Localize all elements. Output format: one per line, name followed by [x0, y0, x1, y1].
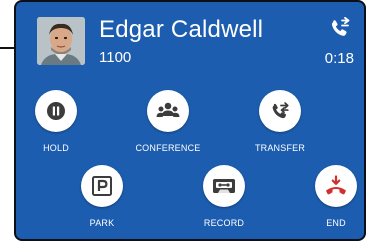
transfer-button[interactable] — [259, 90, 301, 132]
caller-name: Edgar Caldwell — [99, 16, 264, 43]
end-call-button[interactable] — [315, 165, 357, 207]
hold-button[interactable] — [35, 90, 77, 132]
conference-button[interactable] — [147, 90, 189, 132]
caller-extension: 1100 — [99, 49, 132, 66]
cassette-icon — [212, 177, 236, 195]
record-label: RECORD — [203, 218, 245, 228]
call-transfer-icon — [269, 100, 291, 122]
hangup-icon — [324, 175, 348, 197]
transfer-label: TRANSFER — [254, 143, 306, 153]
transfer-call-icon — [328, 16, 352, 41]
people-icon — [156, 101, 180, 121]
hold-label: HOLD — [43, 143, 69, 153]
conference-label: CONFERENCE — [135, 143, 201, 153]
caller-avatar — [37, 17, 85, 65]
call-duration: 0:18 — [324, 50, 354, 67]
record-button[interactable] — [203, 165, 245, 207]
parking-icon — [91, 175, 113, 197]
end-label: END — [326, 218, 346, 228]
active-call-screen: Edgar Caldwell 1100 0:18 HOLD CONFERENCE… — [14, 0, 366, 241]
park-button[interactable] — [81, 165, 123, 207]
pause-icon — [46, 101, 66, 121]
callout-line — [0, 47, 14, 49]
park-label: PARK — [89, 218, 115, 228]
